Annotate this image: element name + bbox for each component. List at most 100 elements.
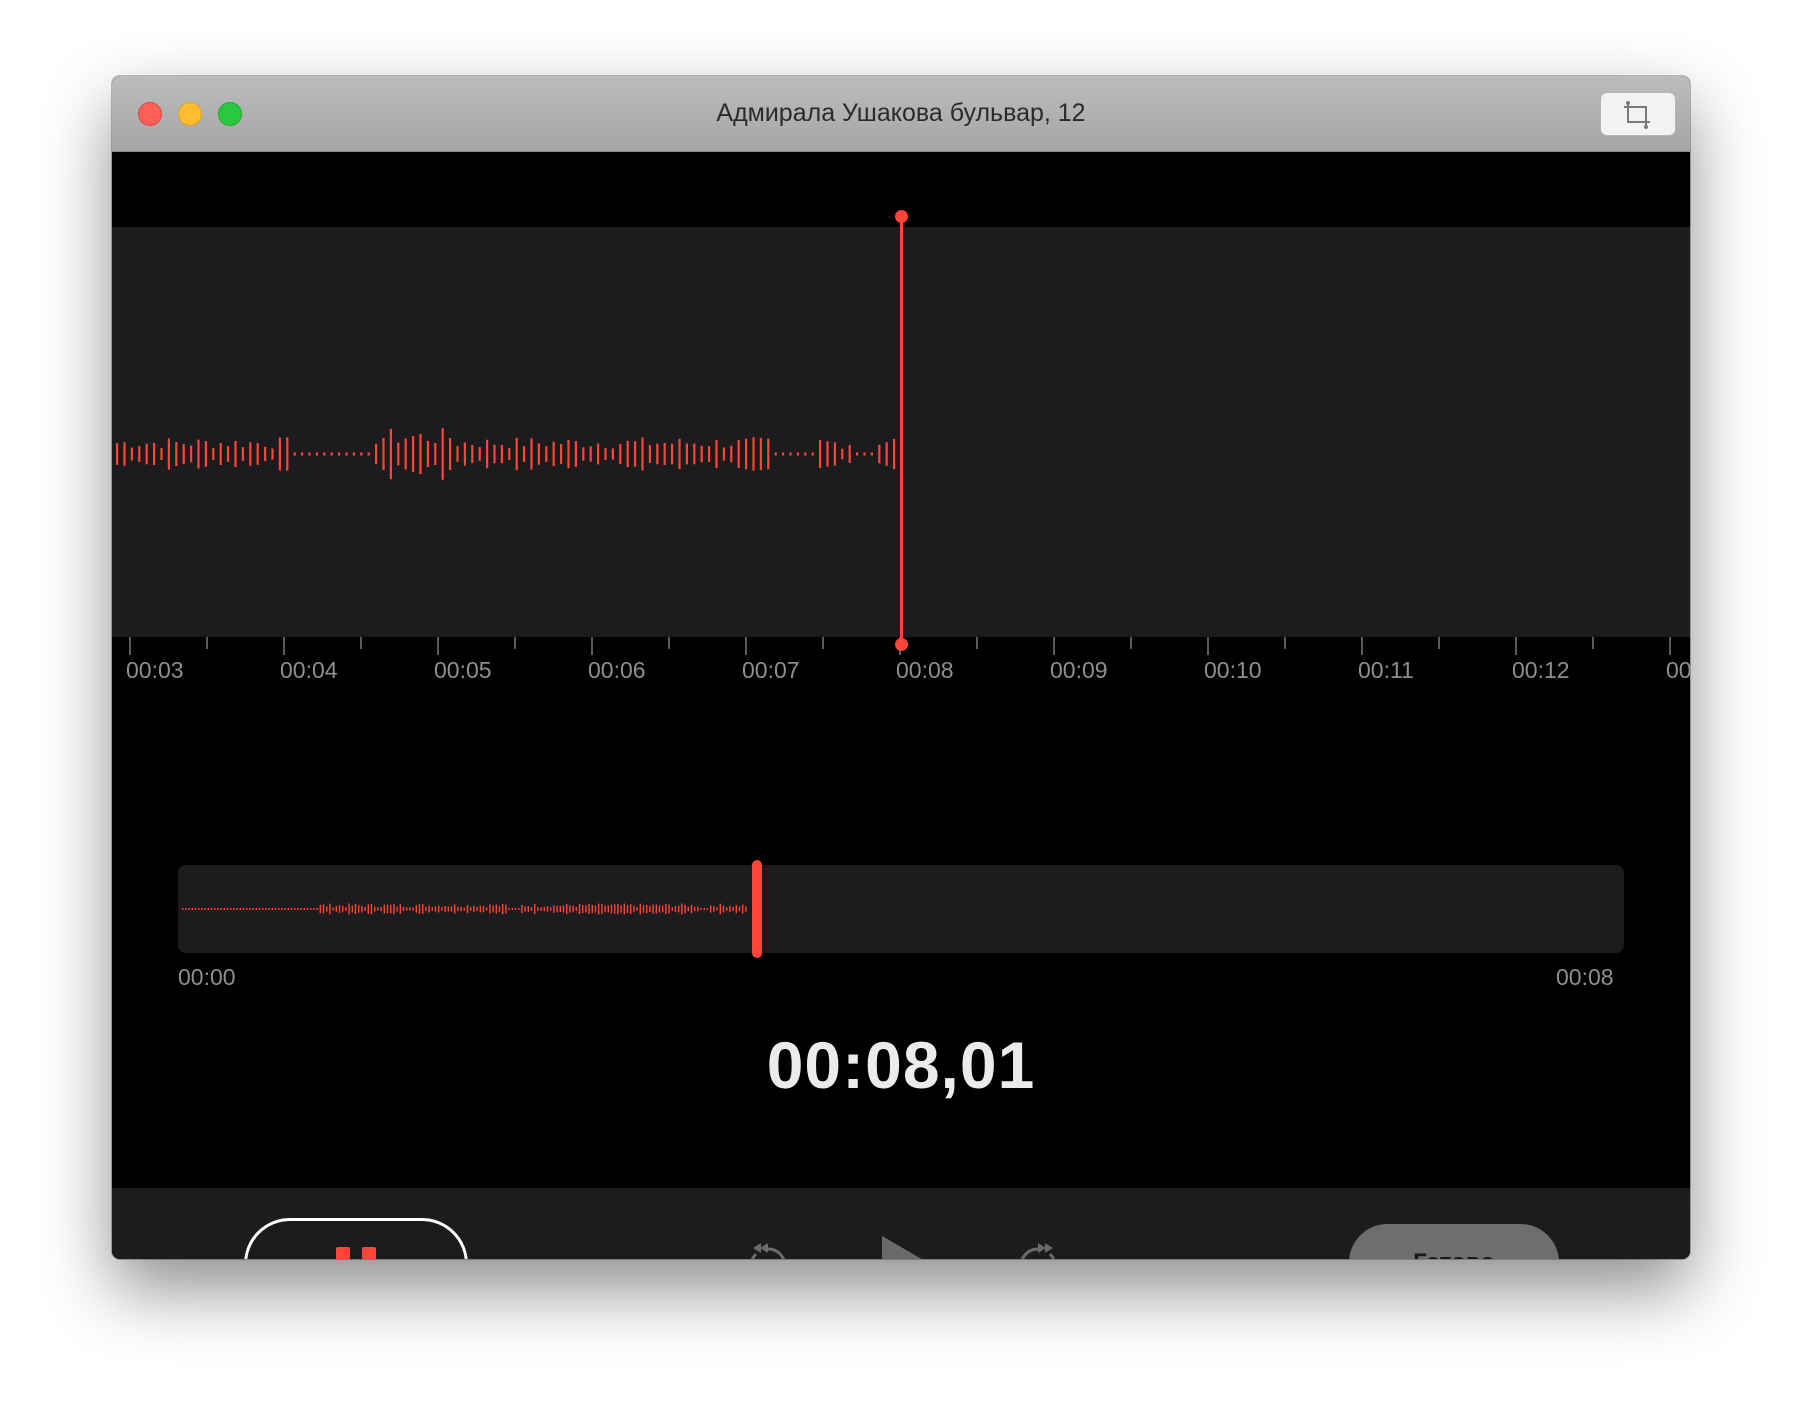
waveform-bar (604, 447, 607, 461)
overview-scrubber[interactable] (178, 865, 1624, 953)
overview-bar (274, 908, 277, 910)
tick-label: 00:03 (126, 657, 184, 683)
overview-bar (738, 906, 741, 912)
overview-bar (278, 908, 280, 910)
overview-bar (668, 904, 670, 914)
waveform-bar (397, 442, 400, 466)
play-icon[interactable] (880, 1234, 934, 1259)
overview-bar (191, 908, 193, 910)
overview-bar (511, 908, 513, 910)
waveform-bar (345, 452, 348, 456)
waveform-bar (700, 445, 703, 463)
overview-bar (575, 907, 577, 911)
overview-bar (361, 905, 363, 913)
overview-bar (703, 908, 705, 910)
overview-bar (700, 908, 702, 910)
overview-bar (601, 903, 603, 915)
waveform-bar (167, 438, 170, 470)
skip-forward-15-icon[interactable]: 15 (1014, 1237, 1062, 1259)
overview-bar (732, 906, 734, 912)
waveform-bar (441, 428, 444, 480)
waveform-bar (708, 446, 711, 462)
waveform-bar (826, 441, 829, 467)
overview-bar (345, 907, 347, 911)
overview-bar (681, 903, 683, 915)
tick-label: 00:05 (434, 657, 492, 683)
waveform-bar (634, 441, 637, 467)
ruler-tick (206, 637, 208, 649)
overview-bar (396, 906, 398, 912)
overview-bar (454, 904, 456, 914)
overview-bar (290, 908, 293, 910)
overview-bar (268, 908, 270, 910)
waveform-bar (730, 445, 733, 463)
overview-bar (473, 905, 475, 913)
waveform-bar (833, 442, 836, 466)
waveform-bar (219, 443, 222, 465)
overview-bar (380, 906, 382, 912)
waveform-bar (626, 440, 629, 468)
overview-bar (463, 907, 465, 911)
overview-bar (550, 907, 552, 911)
overview-bar (354, 904, 357, 914)
waveform-bar (745, 438, 748, 470)
overview-bar (508, 908, 510, 910)
playhead-bottom-dot[interactable] (895, 638, 908, 651)
overview-bar (338, 905, 341, 913)
overview-bar (559, 905, 561, 913)
overview-bar (412, 907, 414, 911)
overview-bar (569, 905, 571, 913)
overview-bar (406, 907, 408, 911)
waveform-bar (515, 437, 518, 471)
overview-bar (319, 904, 321, 914)
overview-bar (367, 904, 369, 914)
overview-bar (479, 905, 481, 913)
elapsed-time: 00:08,01 (766, 1028, 1036, 1102)
overview-end-time: 00:08 (1556, 964, 1614, 990)
skip-back-15-icon[interactable]: 15 (744, 1237, 792, 1259)
overview-bar (591, 904, 593, 914)
overview-position-handle[interactable] (752, 860, 762, 958)
overview-bar (431, 907, 433, 911)
overview-bar (694, 906, 696, 912)
overview-bar (310, 908, 312, 910)
overview-bar (393, 904, 395, 914)
playhead-top-dot[interactable] (895, 210, 908, 223)
waveform-bar (449, 437, 452, 471)
playhead[interactable] (900, 216, 903, 644)
overview-bar (617, 903, 619, 915)
done-button[interactable]: Готово (1349, 1224, 1559, 1259)
overview-bar (566, 903, 568, 915)
overview-bar (572, 905, 574, 913)
waveform-bar (804, 452, 807, 456)
overview-bar (588, 903, 590, 915)
overview-bar (335, 906, 337, 912)
overview-bar (313, 908, 315, 910)
waveform-bar (241, 447, 244, 461)
waveform-bar (463, 442, 466, 466)
trim-button[interactable] (1600, 92, 1676, 136)
waveform-bar (434, 442, 437, 466)
waveform-bar (145, 443, 148, 465)
overview-bar (530, 907, 533, 911)
pause-recording-button[interactable] (244, 1218, 468, 1259)
waveform-bar (412, 436, 415, 472)
overview-bar (226, 908, 229, 910)
ruler-tick (745, 637, 747, 655)
overview-bar (540, 907, 542, 911)
overview-bar (674, 906, 677, 912)
ruler-tick (437, 637, 439, 655)
overview-bar (460, 906, 462, 912)
waveform-bar (404, 438, 407, 470)
overview-bar (303, 908, 305, 910)
overview-bar (239, 908, 241, 910)
waveform-bar (153, 442, 156, 466)
waveform-bar (375, 443, 378, 465)
overview-bar (626, 904, 629, 914)
overview-bar (326, 906, 328, 912)
overview-bar (342, 905, 344, 913)
waveform-bar (426, 440, 429, 468)
overview-bar (598, 903, 600, 915)
overview-bar (642, 905, 645, 913)
overview-bar (633, 905, 635, 913)
